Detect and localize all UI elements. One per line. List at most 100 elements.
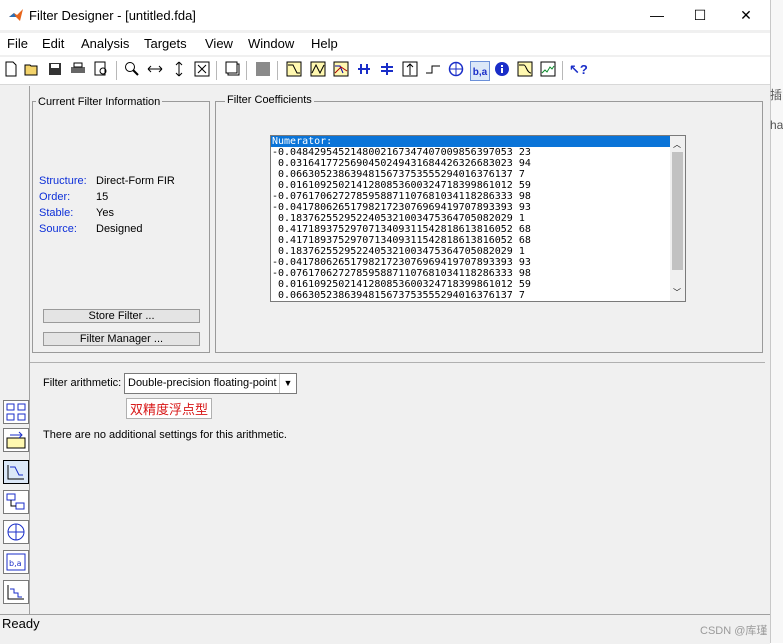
coefficient-row[interactable]: 0.0161092502141280853600324718399861012 …: [271, 180, 671, 191]
magnitude-estimate-icon[interactable]: [516, 61, 534, 79]
whats-this-icon[interactable]: ↖?: [569, 61, 588, 79]
toolbar-separator: [216, 61, 217, 80]
set-quantization-icon[interactable]: [3, 580, 29, 604]
zoom-y-icon[interactable]: [170, 61, 188, 79]
title-bar: Filter Designer - [untitled.fda] — ☐ ✕: [0, 0, 770, 30]
status-bar: Ready: [0, 614, 770, 644]
toolbar-separator: [116, 61, 117, 80]
info-key: Stable:: [39, 207, 74, 219]
close-button[interactable]: ✕: [723, 0, 769, 30]
import-filter-icon[interactable]: b,a: [3, 550, 29, 574]
background-text-fragment: ha: [770, 118, 783, 132]
minimize-icon: —: [650, 7, 664, 23]
maximize-icon: ☐: [693, 7, 707, 23]
toolbar: b,a ↖?: [0, 57, 770, 85]
coefficient-row[interactable]: 0.1837625529522405321003475364705082029 …: [271, 213, 671, 224]
coefficient-row[interactable]: 0.1837625529522405321003475364705082029 …: [271, 246, 671, 257]
coefficient-row[interactable]: -0.0761706272785958871107681034118286333…: [271, 191, 671, 202]
maximize-button[interactable]: ☐: [677, 0, 723, 30]
create-multirate-icon[interactable]: [3, 428, 29, 452]
annotation-label: 双精度浮点型: [126, 398, 213, 419]
zoom-x-icon[interactable]: [146, 61, 164, 79]
magnitude-response-icon[interactable]: [285, 61, 303, 79]
save-icon[interactable]: [46, 61, 64, 79]
pole-zero-editor-icon[interactable]: [3, 520, 29, 544]
design-filter-icon[interactable]: [3, 460, 29, 484]
print-icon[interactable]: [69, 61, 87, 79]
coefficient-row[interactable]: 0.0161092502141280853600324718399861012 …: [271, 279, 671, 290]
menu-bar: File Edit Analysis Targets View Window H…: [0, 33, 770, 55]
coefficient-row[interactable]: -0.0761706272785958871107681034118286333…: [271, 268, 671, 279]
filter-coefficients-icon[interactable]: b,a: [470, 61, 490, 81]
matlab-logo-icon: [9, 9, 23, 21]
design-panel-strip: b,a: [0, 86, 30, 616]
menu-file[interactable]: File: [7, 36, 28, 51]
info-value: Designed: [96, 223, 143, 235]
watermark: CSDN @库瑾: [700, 625, 768, 637]
svg-text:b,a: b,a: [9, 559, 22, 568]
coefficient-row[interactable]: -0.0417806265179821723076969419707893393…: [271, 202, 671, 213]
grid-icon[interactable]: [254, 61, 272, 79]
filter-arithmetic-value: Double-precision floating-point: [128, 377, 277, 389]
menu-view[interactable]: View: [205, 36, 233, 51]
magnitude-phase-icon[interactable]: [332, 61, 350, 79]
toolbar-separator: [562, 61, 563, 80]
new-figure-icon[interactable]: [224, 61, 242, 79]
menu-edit[interactable]: Edit: [42, 36, 64, 51]
coefficient-row[interactable]: 0.4171893752970713409311542818613816052 …: [271, 235, 671, 246]
numerator-header[interactable]: Numerator:: [271, 136, 671, 147]
filter-arithmetic-select[interactable]: Double-precision floating-point ▼: [124, 373, 297, 394]
coefficient-row[interactable]: 0.4171893752970713409311542818613816052 …: [271, 224, 671, 235]
chevron-down-icon: ▼: [279, 374, 296, 393]
status-text: Ready: [2, 616, 40, 631]
zoom-in-icon[interactable]: [123, 61, 141, 79]
phase-response-icon[interactable]: [309, 61, 327, 79]
toolbar-separator: [246, 61, 247, 80]
new-icon[interactable]: [2, 61, 20, 79]
coefficients-scrollbar[interactable]: ︿ ﹀: [670, 136, 685, 301]
coefficient-row[interactable]: 0.0316417725690450249431684426326683023 …: [271, 158, 671, 169]
full-view-icon[interactable]: [193, 61, 211, 79]
info-value: 15: [96, 191, 109, 203]
print-preview-icon[interactable]: [92, 61, 110, 79]
filter-info-icon[interactable]: [493, 61, 511, 79]
window-title: Filter Designer - [untitled.fda]: [29, 8, 196, 23]
scrollbar-thumb[interactable]: [672, 152, 683, 270]
open-icon[interactable]: [23, 61, 41, 79]
info-key: Source:: [39, 223, 77, 235]
info-key: Order:: [39, 191, 71, 203]
store-filter-button[interactable]: Store Filter ...: [43, 309, 200, 323]
close-icon: ✕: [740, 7, 752, 23]
step-response-icon[interactable]: [424, 61, 442, 79]
group-delay-icon[interactable]: [355, 61, 373, 79]
scroll-down-icon[interactable]: ﹀: [673, 287, 681, 298]
filter-designer-window: Filter Designer - [untitled.fda] — ☐ ✕ F…: [0, 0, 771, 644]
coefficients-list: Numerator: -0.048429545214800216734740700…: [271, 136, 671, 301]
menu-targets[interactable]: Targets: [144, 36, 187, 51]
coefficient-row[interactable]: 0.0663052386394815673753555294016376137 …: [271, 169, 671, 180]
current-filter-info-label: Current Filter Information: [36, 96, 163, 108]
realize-model-icon[interactable]: [3, 490, 29, 514]
coefficient-row[interactable]: -0.0417806265179821723076969419707893393…: [271, 257, 671, 268]
transform-filter-icon[interactable]: [3, 400, 29, 424]
phase-delay-icon[interactable]: [378, 61, 396, 79]
background-text-fragment: 插: [770, 88, 783, 102]
info-value: Direct-Form FIR: [96, 175, 175, 187]
menu-help[interactable]: Help: [311, 36, 338, 51]
filter-coefficients-label: Filter Coefficients: [225, 94, 314, 106]
round-off-noise-icon[interactable]: [539, 61, 557, 79]
filter-manager-button[interactable]: Filter Manager ...: [43, 332, 200, 346]
toolbar-separator: [277, 61, 278, 80]
impulse-response-icon[interactable]: [401, 61, 419, 79]
coefficient-row[interactable]: -0.0484295452148002167347407009856397053…: [271, 147, 671, 158]
coefficient-row[interactable]: 0.0663052386394815673753555294016376137 …: [271, 290, 671, 301]
minimize-button[interactable]: —: [634, 0, 680, 30]
arithmetic-note: There are no additional settings for thi…: [43, 429, 287, 441]
filter-arithmetic-label: Filter arithmetic:: [43, 377, 122, 389]
info-value: Yes: [96, 207, 114, 219]
coefficients-listbox[interactable]: Numerator: -0.048429545214800216734740700…: [270, 135, 686, 302]
pole-zero-icon[interactable]: [447, 61, 465, 79]
menu-window[interactable]: Window: [248, 36, 294, 51]
menu-analysis[interactable]: Analysis: [81, 36, 129, 51]
scroll-up-icon[interactable]: ︿: [673, 139, 681, 150]
